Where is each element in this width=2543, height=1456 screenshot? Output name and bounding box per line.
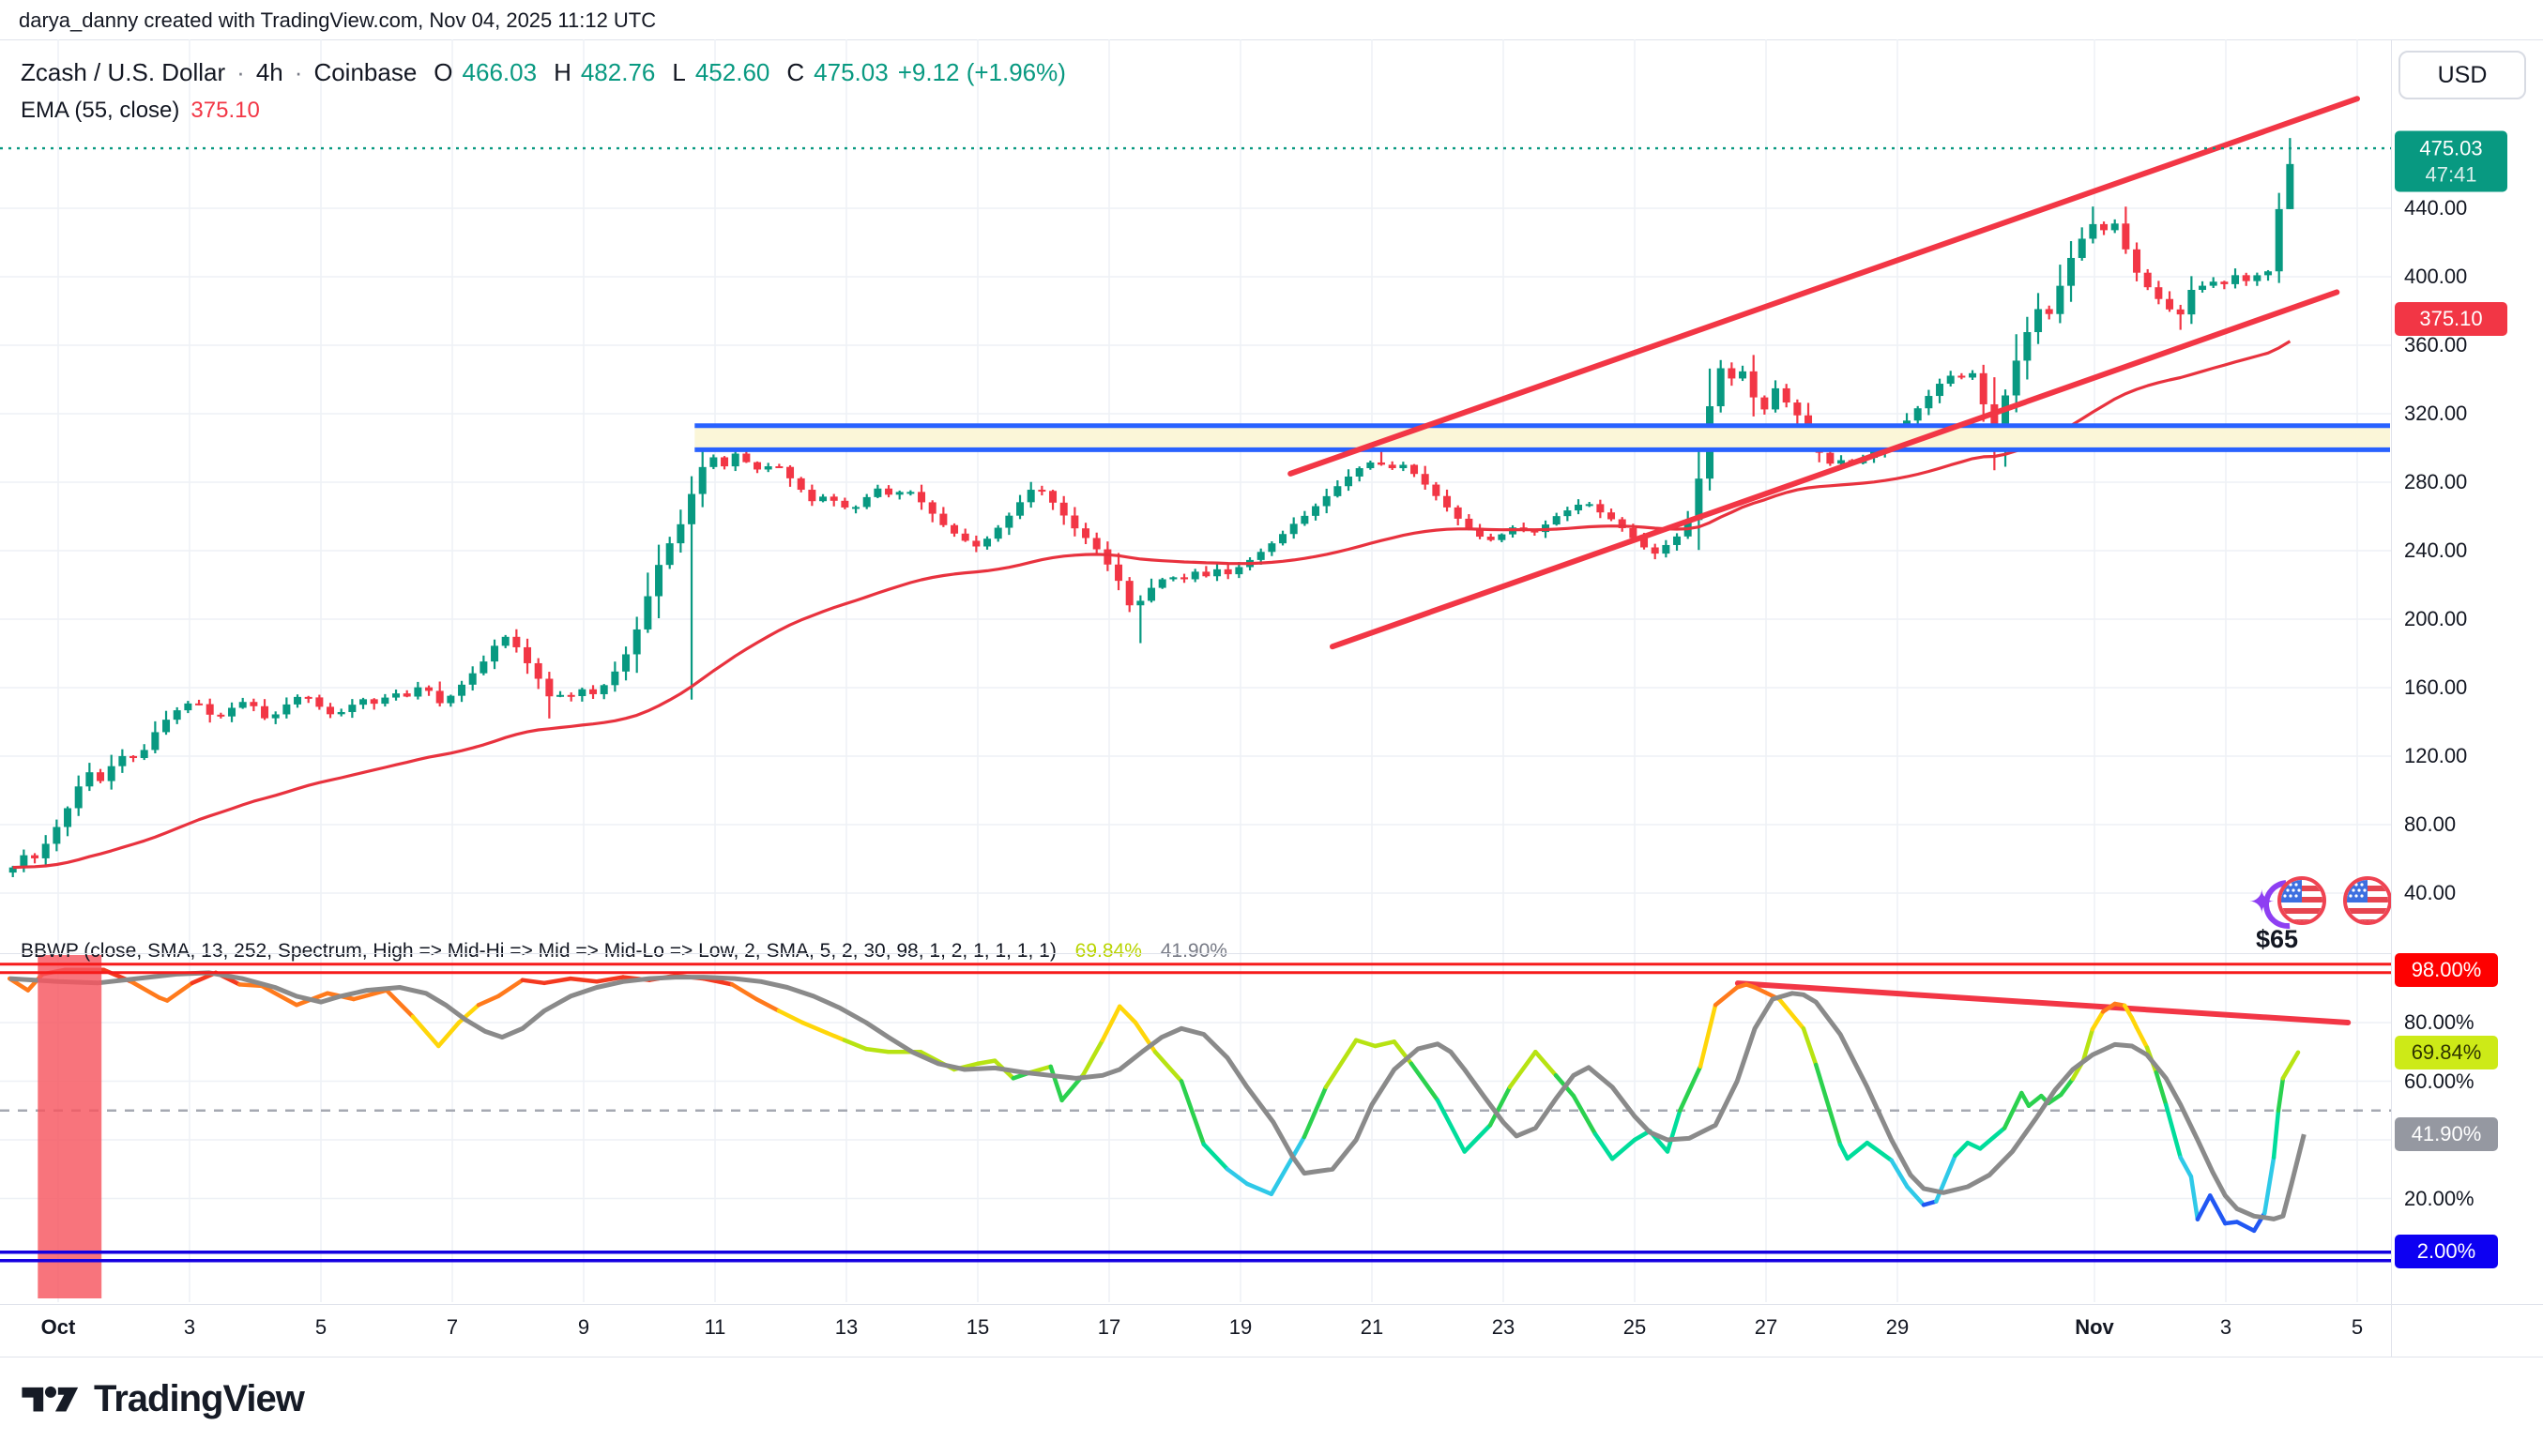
date-axis-label: 21 <box>1361 1315 1383 1340</box>
date-axis-label: 11 <box>705 1315 726 1340</box>
symbol-header: Zcash / U.S. Dollar · 4h · Coinbase O 46… <box>21 58 1066 87</box>
bbwp-ma-line <box>9 973 2304 1220</box>
ema-line <box>13 341 2291 868</box>
tradingview-logo[interactable]: TradingView <box>21 1377 304 1420</box>
bbwp-indicator-title[interactable]: BBWP (close, SMA, 13, 252, Spectrum, Hig… <box>21 940 1227 963</box>
support-zone <box>694 426 2390 450</box>
open-value: 466.03 <box>463 58 538 87</box>
date-axis-label: 19 <box>1229 1315 1252 1340</box>
currency-usd-button[interactable]: USD <box>2398 51 2526 99</box>
ema-label[interactable]: EMA (55, close) <box>21 98 179 124</box>
date-axis-label: 3 <box>184 1315 195 1340</box>
low-value: 452.60 <box>695 58 770 87</box>
date-axis-label: 7 <box>447 1315 458 1340</box>
open-letter: O <box>434 58 452 87</box>
date-axis-label: Nov <box>2075 1315 2114 1340</box>
date-axis-label: 5 <box>315 1315 327 1340</box>
bbwp-level-lines <box>0 964 2391 1261</box>
candle-countdown: 47:41 <box>2406 161 2496 188</box>
low-letter: L <box>672 58 685 87</box>
last-price-label: 475.03 47:41 <box>2395 131 2507 192</box>
high-letter: H <box>554 58 571 87</box>
date-axis-label: 9 <box>578 1315 589 1340</box>
bbwp-title-text: BBWP (close, SMA, 13, 252, Spectrum, Hig… <box>21 940 1057 962</box>
chart-canvas[interactable] <box>0 0 2543 1456</box>
change-value: +9.12 (+1.96%) <box>898 58 1066 87</box>
separator-dot: · <box>295 58 303 87</box>
tradingview-logo-text: TradingView <box>94 1378 304 1420</box>
ema-value: 375.10 <box>190 98 259 124</box>
tradingview-chart-window: darya_danny created with TradingView.com… <box>0 0 2543 1456</box>
candlesticks <box>9 138 2294 877</box>
bbwp-value-chip: 69.84% <box>2395 1036 2498 1069</box>
price-axis-label: 240.00 <box>2404 538 2467 563</box>
close-value: 475.03 <box>814 58 889 87</box>
bbwp-axis-label: 60.00% <box>2404 1069 2474 1094</box>
price-axis-label: 120.00 <box>2404 744 2467 768</box>
high-value: 482.76 <box>581 58 656 87</box>
us-flag-icon[interactable] <box>2277 876 2326 925</box>
date-axis-label: 5 <box>2352 1315 2363 1340</box>
date-axis-border <box>0 1304 2543 1305</box>
last-price-value: 475.03 <box>2406 136 2496 162</box>
date-axis-label: 15 <box>967 1315 989 1340</box>
symbol-name[interactable]: Zcash / U.S. Dollar <box>21 58 225 87</box>
pane-divider[interactable] <box>0 953 2391 954</box>
close-letter: C <box>786 58 804 87</box>
date-axis-label: 29 <box>1886 1315 1909 1340</box>
bbwp-value-chip: 41.90% <box>2395 1117 2498 1151</box>
date-axis-label: 27 <box>1755 1315 1777 1340</box>
price-note-label: $65 <box>2256 925 2298 954</box>
tradingview-logo-icon <box>21 1377 81 1420</box>
bbwp-highlight-zone <box>38 955 101 1298</box>
separator-dot: · <box>236 58 245 87</box>
ema-indicator-row: EMA (55, close) 375.10 <box>21 98 260 124</box>
price-axis-label: 40.00 <box>2404 881 2456 905</box>
bbwp-value-chip: 98.00% <box>2395 953 2498 987</box>
price-axis-label: 160.00 <box>2404 675 2467 700</box>
date-axis-label: 25 <box>1623 1315 1646 1340</box>
ema-price-label: 375.10 <box>2395 302 2507 336</box>
price-axis-label: 320.00 <box>2404 402 2467 426</box>
date-axis-label: 13 <box>835 1315 858 1340</box>
date-axis-label: 23 <box>1492 1315 1515 1340</box>
price-axis-label: 200.00 <box>2404 607 2467 631</box>
bbwp-current-value: 69.84% <box>1075 940 1142 962</box>
price-axis-label: 360.00 <box>2404 333 2467 357</box>
bbwp-axis-label: 80.00% <box>2404 1010 2474 1035</box>
interval-label[interactable]: 4h <box>256 58 283 87</box>
price-axis-label: 400.00 <box>2404 265 2467 289</box>
price-axis-label: 440.00 <box>2404 196 2467 220</box>
us-flag-icon[interactable] <box>2343 876 2392 925</box>
price-axis-border <box>2391 39 2392 1357</box>
date-axis-label: 3 <box>2220 1315 2231 1340</box>
bbwp-value-chip: 2.00% <box>2395 1235 2498 1268</box>
bbwp-ma-value: 41.90% <box>1161 940 1227 962</box>
price-axis-label: 280.00 <box>2404 470 2467 494</box>
price-axis-label: 80.00 <box>2404 812 2456 837</box>
exchange-label: Coinbase <box>313 58 417 87</box>
grid-lines <box>0 39 2391 1302</box>
bbwp-axis-label: 20.00% <box>2404 1187 2474 1211</box>
date-axis-label: 17 <box>1098 1315 1120 1340</box>
date-axis-label: Oct <box>41 1315 76 1340</box>
